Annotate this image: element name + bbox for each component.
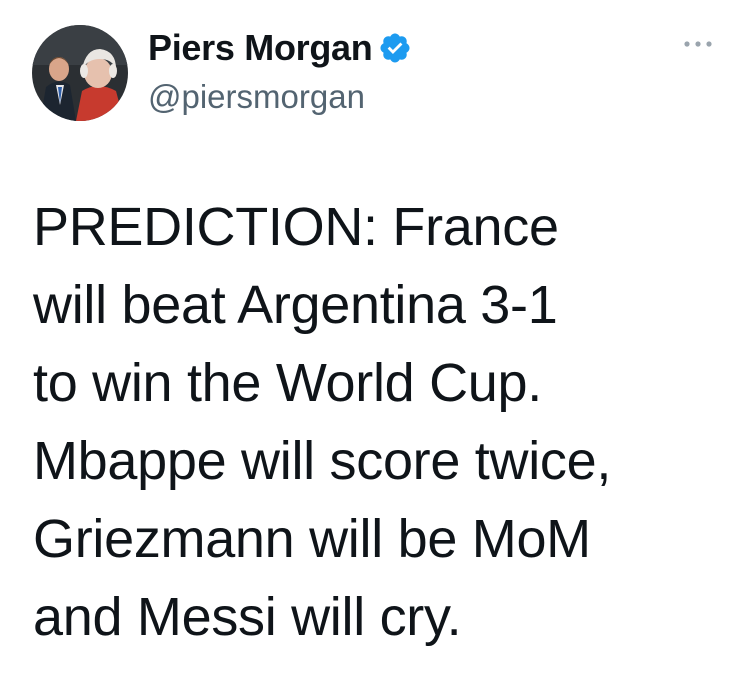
display-name[interactable]: Piers Morgan xyxy=(148,27,373,69)
tweet-text-line: Griezmann will be MoM xyxy=(33,509,591,569)
author-handle[interactable]: @piersmorgan xyxy=(148,78,365,116)
tweet-text-line: PREDICTION: France xyxy=(33,197,559,257)
tweet-text-line: will beat Argentina 3-1 xyxy=(33,275,558,335)
tweet-text-line: to win the World Cup. xyxy=(33,353,542,413)
avatar-photo xyxy=(32,25,128,121)
tweet-text: PREDICTION: France will beat Argentina 3… xyxy=(33,188,733,656)
author-name-row: Piers Morgan xyxy=(148,24,412,72)
verified-badge-icon xyxy=(378,31,412,65)
tweet-text-line: and Messi will cry. xyxy=(33,587,462,647)
tweet-text-line: Mbappe will score twice, xyxy=(33,431,612,491)
avatar[interactable] xyxy=(32,25,128,121)
tweet-card: Piers Morgan @piersmorgan PREDICTION: Fr… xyxy=(0,0,750,681)
more-options-icon[interactable] xyxy=(678,34,718,54)
